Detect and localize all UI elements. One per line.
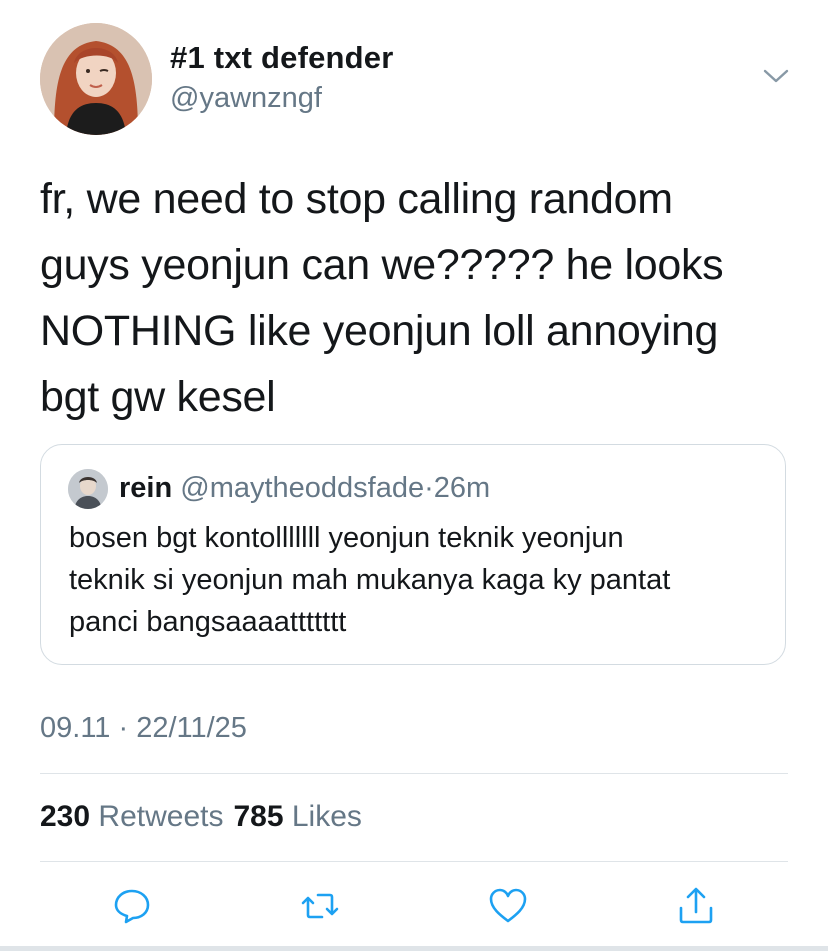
engagement-stats: 230 Retweets 785 Likes (40, 800, 372, 834)
likes-label: Likes (291, 800, 362, 833)
retweets-label: Retweets (98, 800, 224, 833)
likes-stat[interactable]: 785 Likes (233, 800, 371, 833)
display-name[interactable]: #1 txt defender (170, 40, 394, 76)
quoted-text: bosen bgt kontolllllll yeonjun teknik ye… (69, 522, 671, 638)
divider (40, 861, 788, 862)
quoted-tweet[interactable]: rein @maytheoddsfade·26m bosen bgt konto… (40, 444, 786, 665)
heart-icon[interactable] (486, 884, 530, 928)
likes-count: 785 (233, 800, 284, 833)
reply-icon[interactable] (110, 884, 154, 928)
share-icon[interactable] (674, 884, 718, 928)
quoted-time: 26m (433, 472, 491, 504)
chevron-down-icon[interactable] (762, 66, 790, 86)
user-handle[interactable]: @yawnzngf (170, 82, 322, 115)
retweets-stat[interactable]: 230 Retweets (40, 800, 233, 833)
divider (40, 773, 788, 774)
bottom-border (0, 946, 828, 951)
avatar[interactable] (40, 23, 152, 135)
profile-photo (40, 23, 152, 135)
tweet-text: fr, we need to stop calling random guys … (40, 175, 724, 421)
tweet-timestamp: 09.11 · 22/11/25 (40, 712, 247, 744)
quoted-handle: @maytheoddsfade (180, 472, 425, 504)
quoted-header: rein @maytheoddsfade·26m (119, 472, 490, 505)
tweet-detail-view: #1 txt defender @yawnzngf fr, we need to… (0, 0, 828, 951)
retweet-icon[interactable] (298, 884, 342, 928)
quoted-avatar (68, 469, 108, 509)
quoted-separator: · (424, 472, 434, 504)
retweets-count: 230 (40, 800, 91, 833)
quoted-display-name: rein (119, 472, 173, 504)
